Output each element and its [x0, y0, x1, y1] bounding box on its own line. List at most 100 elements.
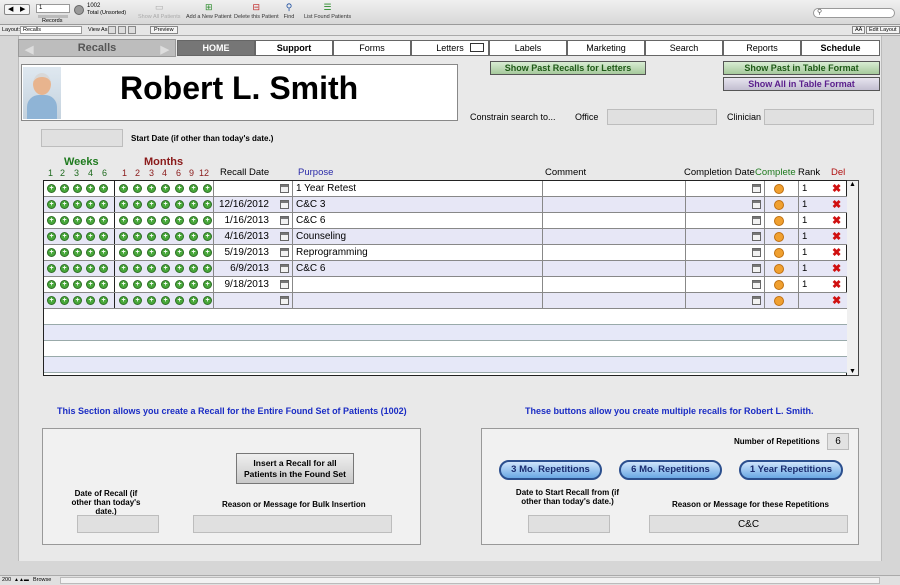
add-patient-button[interactable]: ⊞ Add a New Patient: [186, 2, 232, 20]
show-all-button[interactable]: ▭ Show All Patients: [138, 2, 181, 20]
add-weeks-icon[interactable]: +: [60, 296, 69, 305]
delete-row-icon[interactable]: ✖: [832, 246, 841, 259]
recall-date-field[interactable]: 4/16/2013: [213, 229, 277, 244]
three-month-repetitions-button[interactable]: 3 Mo. Repetitions: [499, 460, 602, 480]
calendar-icon[interactable]: [752, 184, 761, 193]
tab-home[interactable]: HOME: [177, 40, 255, 56]
tab-labels[interactable]: Labels: [489, 40, 567, 56]
add-months-icon[interactable]: +: [147, 264, 156, 273]
comment-field[interactable]: [542, 229, 685, 244]
add-weeks-icon[interactable]: +: [99, 200, 108, 209]
completion-date-field[interactable]: [685, 293, 750, 308]
recall-date-field[interactable]: 1/16/2013: [213, 213, 277, 228]
calendar-icon[interactable]: [280, 184, 289, 193]
complete-toggle-icon[interactable]: [774, 248, 784, 258]
delete-row-icon[interactable]: ✖: [832, 182, 841, 195]
show-past-letters-button[interactable]: Show Past Recalls for Letters: [490, 61, 646, 75]
record-number-input[interactable]: 1: [36, 4, 70, 13]
complete-toggle-icon[interactable]: [774, 184, 784, 194]
add-weeks-icon[interactable]: +: [86, 264, 95, 273]
add-months-icon[interactable]: +: [203, 216, 212, 225]
completion-date-field[interactable]: [685, 197, 750, 212]
next-section-icon[interactable]: ▶: [161, 42, 169, 59]
add-months-icon[interactable]: +: [133, 200, 142, 209]
add-weeks-icon[interactable]: +: [73, 232, 82, 241]
add-weeks-icon[interactable]: +: [47, 232, 56, 241]
purpose-field[interactable]: Counseling: [292, 229, 542, 244]
add-months-icon[interactable]: +: [119, 248, 128, 257]
add-weeks-icon[interactable]: +: [86, 184, 95, 193]
date-of-recall-field[interactable]: [77, 515, 159, 533]
add-months-icon[interactable]: +: [133, 280, 142, 289]
add-months-icon[interactable]: +: [189, 216, 198, 225]
add-weeks-icon[interactable]: +: [99, 216, 108, 225]
previous-record-icon[interactable]: ◀: [8, 5, 13, 13]
comment-field[interactable]: [542, 277, 685, 292]
edit-layout-button[interactable]: Edit Layout: [866, 26, 900, 34]
add-weeks-icon[interactable]: +: [86, 296, 95, 305]
add-months-icon[interactable]: +: [203, 248, 212, 257]
add-months-icon[interactable]: +: [119, 200, 128, 209]
add-weeks-icon[interactable]: +: [47, 296, 56, 305]
add-weeks-icon[interactable]: +: [47, 200, 56, 209]
scroll-up-icon[interactable]: ▲: [849, 181, 856, 188]
recall-date-field[interactable]: 12/16/2012: [213, 197, 277, 212]
complete-toggle-icon[interactable]: [774, 232, 784, 242]
add-months-icon[interactable]: +: [161, 296, 170, 305]
add-weeks-icon[interactable]: +: [73, 200, 82, 209]
add-weeks-icon[interactable]: +: [73, 248, 82, 257]
purpose-field[interactable]: C&C 6: [292, 213, 542, 228]
add-weeks-icon[interactable]: +: [60, 216, 69, 225]
purpose-field[interactable]: [292, 293, 542, 308]
recall-date-field[interactable]: [213, 293, 277, 308]
add-months-icon[interactable]: +: [133, 232, 142, 241]
purpose-field[interactable]: C&C 3: [292, 197, 542, 212]
add-months-icon[interactable]: +: [203, 296, 212, 305]
add-months-icon[interactable]: +: [119, 232, 128, 241]
add-months-icon[interactable]: +: [203, 184, 212, 193]
add-weeks-icon[interactable]: +: [73, 296, 82, 305]
complete-toggle-icon[interactable]: [774, 200, 784, 210]
add-weeks-icon[interactable]: +: [73, 280, 82, 289]
horizontal-scrollbar[interactable]: [60, 577, 880, 584]
comment-field[interactable]: [542, 197, 685, 212]
add-weeks-icon[interactable]: +: [99, 264, 108, 273]
add-months-icon[interactable]: +: [133, 264, 142, 273]
preview-button[interactable]: Preview: [150, 26, 178, 34]
calendar-icon[interactable]: [752, 296, 761, 305]
add-weeks-icon[interactable]: +: [73, 216, 82, 225]
purpose-field[interactable]: C&C 6: [292, 261, 542, 276]
complete-toggle-icon[interactable]: [774, 280, 784, 290]
add-weeks-icon[interactable]: +: [47, 280, 56, 289]
add-weeks-icon[interactable]: +: [99, 280, 108, 289]
add-months-icon[interactable]: +: [175, 264, 184, 273]
show-past-table-button[interactable]: Show Past in Table Format: [723, 61, 880, 75]
clinician-field[interactable]: [764, 109, 874, 125]
comment-field[interactable]: [542, 245, 685, 260]
add-months-icon[interactable]: +: [203, 280, 212, 289]
add-weeks-icon[interactable]: +: [99, 184, 108, 193]
add-months-icon[interactable]: +: [133, 216, 142, 225]
add-months-icon[interactable]: +: [175, 216, 184, 225]
insert-recall-button[interactable]: Insert a Recall for all Patients in the …: [236, 453, 354, 484]
tab-support[interactable]: Support: [255, 40, 333, 56]
rank-field[interactable]: 1: [798, 261, 828, 276]
repetitions-count-field[interactable]: 6: [827, 433, 849, 450]
portal-scrollbar[interactable]: ▲ ▼: [847, 180, 859, 376]
add-weeks-icon[interactable]: +: [86, 200, 95, 209]
delete-row-icon[interactable]: ✖: [832, 262, 841, 275]
tab-letters[interactable]: Letters: [411, 40, 489, 56]
scroll-down-icon[interactable]: ▼: [849, 368, 856, 375]
previous-section-icon[interactable]: ◀: [25, 42, 33, 59]
add-months-icon[interactable]: +: [161, 200, 170, 209]
calendar-icon[interactable]: [280, 200, 289, 209]
add-months-icon[interactable]: +: [175, 296, 184, 305]
complete-toggle-icon[interactable]: [774, 264, 784, 274]
add-months-icon[interactable]: +: [189, 264, 198, 273]
add-weeks-icon[interactable]: +: [86, 232, 95, 241]
six-month-repetitions-button[interactable]: 6 Mo. Repetitions: [619, 460, 722, 480]
delete-row-icon[interactable]: ✖: [832, 278, 841, 291]
start-date-field[interactable]: [41, 129, 123, 147]
completion-date-field[interactable]: [685, 181, 750, 196]
calendar-icon[interactable]: [752, 232, 761, 241]
